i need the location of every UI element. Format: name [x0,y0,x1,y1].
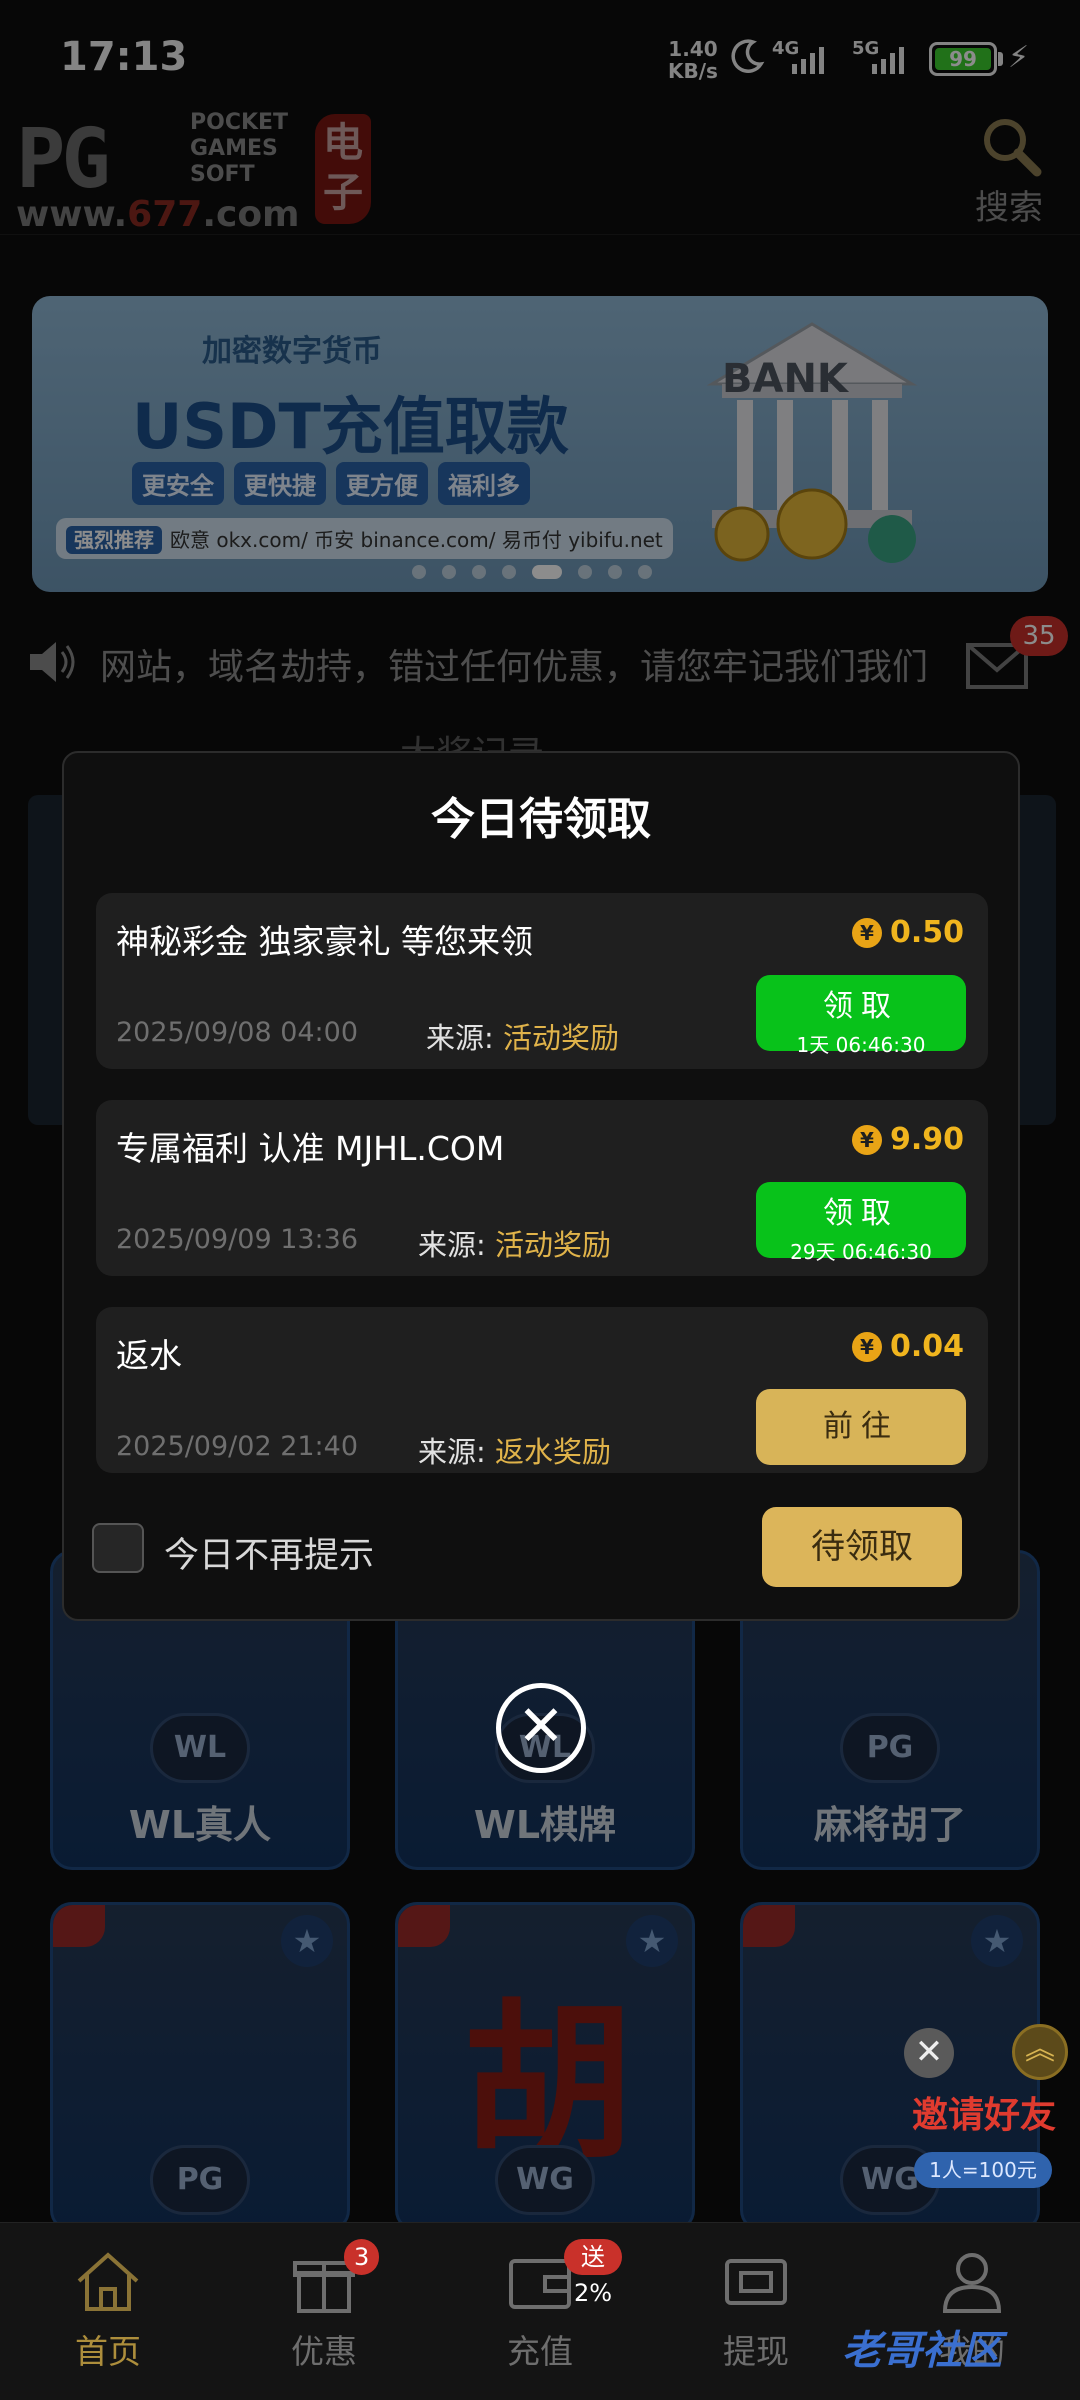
reward-item: 神秘彩金 独家豪礼 等您来领 ¥0.50 2025/09/08 04:00 来源… [96,893,988,1069]
scroll-top-icon[interactable]: ︽ [1012,2024,1068,2080]
reward-item: 专属福利 认准 MJHL.COM ¥9.90 2025/09/09 13:36 … [96,1100,988,1276]
dont-show-today-label[interactable]: 今日不再提示 [164,1527,374,1578]
reward-item: 返水 ¥0.04 2025/09/02 21:40 来源: 返水奖励 前往 [96,1307,988,1473]
reward-title: 返水 [116,1336,182,1375]
tab-deposit[interactable]: 充值 送2% [470,2239,623,2373]
dont-show-today-checkbox[interactable] [92,1523,144,1573]
reward-amount: ¥0.50 [851,915,964,950]
goto-button[interactable]: 前往 [756,1389,966,1465]
claim-button[interactable]: 领取 1天 06:46:30 [756,975,966,1057]
tab-promotions[interactable]: 优惠 3 [254,2239,394,2373]
claim-button[interactable]: 领取 29天 06:46:30 [756,1182,966,1264]
reward-amount: ¥0.04 [851,1329,964,1364]
deposit-bonus-badge: 送2% [564,2239,623,2307]
pending-rewards-modal: 今日待领取 神秘彩金 独家豪礼 等您来领 ¥0.50 2025/09/08 04… [62,751,1020,1621]
reward-date: 2025/09/09 13:36 [116,1224,359,1255]
invite-reward[interactable]: 1人=100元 [914,2152,1052,2188]
invite-friends-title[interactable]: 邀请好友 [912,2086,1056,2138]
claim-countdown: 1天 06:46:30 [796,1033,926,1057]
reward-date: 2025/09/08 04:00 [116,1017,359,1048]
reward-title: 专属福利 认准 MJHL.COM [116,1129,505,1168]
tab-withdraw[interactable]: 提现 [686,2249,826,2373]
claim-countdown: 29天 06:46:30 [790,1240,932,1264]
tab-label: 首页 [75,2332,141,2371]
close-invite-icon[interactable]: ✕ [904,2028,954,2078]
coin-icon: ¥ [851,1125,882,1155]
reward-amount: ¥9.90 [851,1122,964,1157]
reward-date: 2025/09/02 21:40 [116,1431,359,1462]
pending-claim-button[interactable]: 待领取 [762,1507,962,1587]
watermark-logo: 老哥社区 [842,2328,1002,2374]
reward-source: 来源: 活动奖励 [418,1228,612,1262]
promotions-badge: 3 [344,2239,380,2275]
modal-title: 今日待领取 [431,794,651,845]
close-modal-icon[interactable]: ✕ [496,1683,586,1773]
home-icon [77,2252,139,2311]
tab-label: 优惠 [291,2332,357,2371]
reward-source: 来源: 活动奖励 [426,1021,620,1055]
coin-icon: ¥ [851,1332,882,1362]
coin-icon: ¥ [851,918,882,948]
profile-icon [942,2253,1002,2313]
tab-label: 提现 [723,2332,789,2371]
withdraw-icon [725,2259,787,2305]
reward-title: 神秘彩金 独家豪礼 等您来领 [116,922,533,961]
tab-home[interactable]: 首页 [38,2249,178,2373]
reward-source: 来源: 返水奖励 [418,1435,612,1469]
tab-label: 充值 [507,2332,573,2371]
